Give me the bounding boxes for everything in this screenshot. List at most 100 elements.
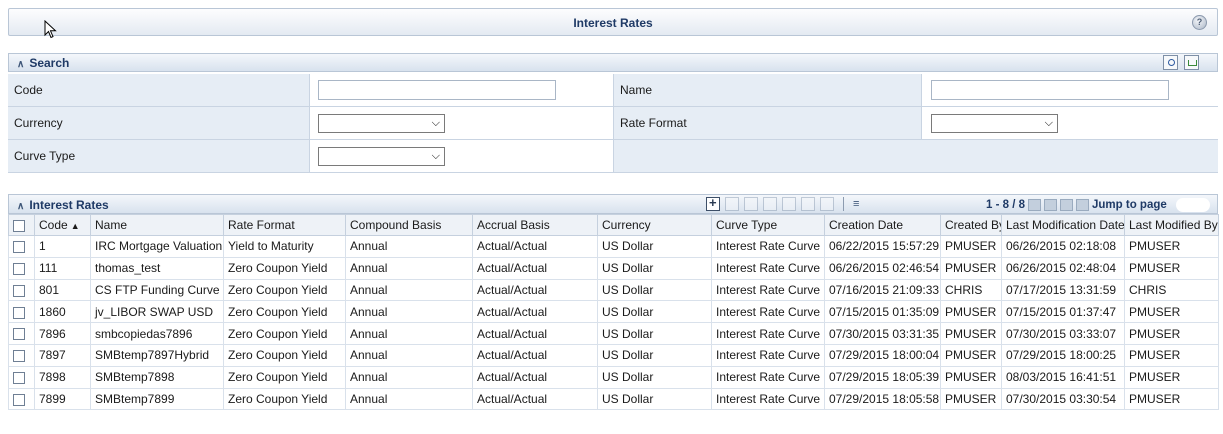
curve-type-select[interactable]: ⌵	[318, 146, 445, 166]
table-cell: Annual	[345, 343, 473, 367]
table-cell: Actual/Actual	[472, 300, 598, 324]
grid-section-header[interactable]: ∧ Interest Rates ≡ 1 - 8 / 8 Jump to page	[8, 194, 1218, 214]
table-cell: PMUSER	[940, 343, 1002, 367]
row-checkbox[interactable]	[13, 284, 25, 297]
collapse-chevron-icon[interactable]: ∧	[17, 59, 24, 70]
search-section-header[interactable]: ∧ Search	[8, 53, 1218, 72]
table-cell: 07/17/2015 13:31:59	[1001, 278, 1125, 302]
search-form-row: Currency ⌵ Rate Format ⌵	[8, 107, 1218, 140]
table-cell: US Dollar	[597, 300, 712, 324]
table-cell: 07/29/2015 18:00:25	[1001, 343, 1125, 367]
table-cell: PMUSER	[940, 256, 1002, 280]
table-cell: PMUSER	[1124, 256, 1219, 280]
table-cell: IRC Mortgage Valuation	[90, 235, 224, 258]
filter-icon[interactable]: ≡	[853, 198, 859, 210]
column-header-rate-format[interactable]: Rate Format	[223, 214, 346, 236]
interest-rates-grid: ∧ Interest Rates ≡ 1 - 8 / 8 Jump to page	[8, 194, 1219, 411]
column-header-created-by[interactable]: Created By	[940, 214, 1002, 236]
last-page-icon[interactable]	[1076, 199, 1089, 211]
collapse-chevron-icon[interactable]: ∧	[17, 201, 24, 212]
row-checkbox[interactable]	[13, 350, 25, 363]
rate-format-select[interactable]: ⌵	[931, 113, 1058, 133]
previous-page-icon[interactable]	[1044, 199, 1057, 211]
row-checkbox[interactable]	[13, 372, 25, 384]
table-cell: thomas_test	[90, 256, 224, 280]
table-cell: PMUSER	[940, 235, 1002, 258]
name-input[interactable]	[931, 80, 1169, 100]
first-page-icon[interactable]	[1028, 199, 1041, 211]
table-cell: Actual/Actual	[472, 278, 598, 302]
table-cell: PMUSER	[940, 300, 1002, 324]
table-cell: 06/26/2015 02:46:54	[824, 256, 941, 280]
table-cell: CHRIS	[940, 278, 1002, 302]
table-cell: Interest Rate Curve	[711, 365, 825, 389]
search-icon[interactable]	[1163, 55, 1178, 70]
table-row[interactable]: 7898 SMBtemp7898 Zero Coupon Yield Annual Ac…	[8, 365, 1219, 389]
column-header-currency[interactable]: Currency	[597, 214, 712, 236]
row-checkbox[interactable]	[13, 328, 25, 341]
delete-icon[interactable]	[763, 197, 777, 211]
table-row[interactable]: 111 thomas_test Zero Coupon Yield Annual Act…	[8, 256, 1219, 280]
edit-icon[interactable]	[744, 197, 758, 211]
column-header-compound-basis[interactable]: Compound Basis	[345, 214, 473, 236]
table-cell: Zero Coupon Yield	[223, 322, 346, 345]
compare-icon[interactable]	[820, 197, 834, 211]
grid-section-title: Interest Rates	[29, 198, 109, 212]
table-header-row: Code ▲ Name Rate Format Compound Basis Ac…	[8, 214, 1219, 236]
table-row[interactable]: 1 IRC Mortgage Valuation Yield to Maturity…	[8, 235, 1219, 258]
table-cell: US Dollar	[597, 278, 712, 302]
chevron-down-icon: ⌵	[431, 149, 440, 162]
table-cell: CS FTP Funding Curve	[90, 278, 224, 302]
column-header-creation-date[interactable]: Creation Date	[824, 214, 941, 236]
table-cell: PMUSER	[940, 387, 1002, 411]
table-cell: Annual	[345, 278, 473, 302]
window-title-bar: Interest Rates ?	[8, 8, 1218, 36]
jump-to-page-input[interactable]	[1175, 198, 1210, 212]
table-cell: PMUSER	[1124, 365, 1219, 389]
currency-select[interactable]: ⌵	[318, 113, 445, 133]
table-row[interactable]: 7896 smbcopiedas7896 Zero Coupon Yield Annu…	[8, 322, 1219, 345]
table-cell: SMBtemp7898	[90, 365, 224, 389]
column-header-name[interactable]: Name	[90, 214, 224, 236]
jump-to-page-label: Jump to page	[1092, 199, 1167, 211]
next-page-icon[interactable]	[1060, 199, 1073, 211]
copy-icon[interactable]	[782, 197, 796, 211]
table-cell: 7898	[34, 365, 91, 389]
table-cell: Actual/Actual	[472, 235, 598, 258]
table-row[interactable]: 7897 SMBtemp7897Hybrid Zero Coupon Yield An…	[8, 343, 1219, 367]
table-cell: Annual	[345, 387, 473, 411]
select-all-checkbox[interactable]	[13, 219, 25, 232]
table-cell: US Dollar	[597, 256, 712, 280]
run-icon[interactable]	[801, 197, 815, 211]
row-checkbox[interactable]	[13, 241, 25, 254]
table-cell: 06/26/2015 02:18:08	[1001, 235, 1125, 258]
row-checkbox[interactable]	[13, 263, 25, 276]
column-header-last-modified-by[interactable]: Last Modified By	[1124, 214, 1219, 236]
table-row[interactable]: 1860 jv_LIBOR SWAP USD Zero Coupon Yield An…	[8, 300, 1219, 324]
help-icon[interactable]: ?	[1192, 15, 1207, 30]
table-cell: PMUSER	[1124, 387, 1219, 411]
table-cell: 1	[34, 235, 91, 258]
currency-label: Currency	[8, 107, 310, 139]
table-cell: 06/26/2015 02:48:04	[1001, 256, 1125, 280]
curve-type-label: Curve Type	[8, 140, 310, 172]
row-checkbox[interactable]	[13, 393, 25, 406]
reset-icon[interactable]	[1184, 55, 1199, 70]
name-label: Name	[614, 74, 922, 106]
add-icon[interactable]	[706, 195, 720, 211]
table-cell: Actual/Actual	[472, 343, 598, 367]
table-row[interactable]: 801 CS FTP Funding Curve Zero Coupon Yield…	[8, 278, 1219, 302]
column-header-last-modification-date[interactable]: Last Modification Date	[1001, 214, 1125, 236]
code-input[interactable]	[318, 80, 556, 100]
column-header-accrual-basis[interactable]: Accrual Basis	[472, 214, 598, 236]
column-header-curve-type[interactable]: Curve Type	[711, 214, 825, 236]
view-icon[interactable]	[725, 197, 739, 211]
table-row[interactable]: 7899 SMBtemp7899 Zero Coupon Yield Annual Ac…	[8, 387, 1219, 411]
table-cell: PMUSER	[1124, 300, 1219, 324]
column-header-code[interactable]: Code ▲	[34, 214, 91, 236]
table-cell: Interest Rate Curve	[711, 300, 825, 324]
table-cell: 07/29/2015 18:00:04	[824, 343, 941, 367]
search-form-row: Code Name	[8, 74, 1218, 107]
row-checkbox[interactable]	[13, 306, 25, 319]
table-cell: PMUSER	[940, 365, 1002, 389]
